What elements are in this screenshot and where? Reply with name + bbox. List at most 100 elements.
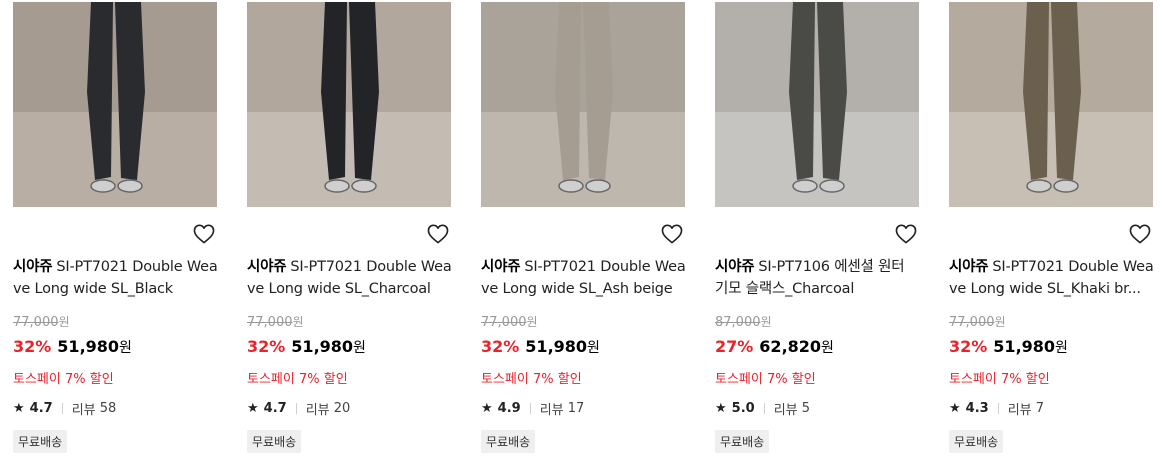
heart-icon[interactable] [427, 224, 449, 244]
review-label: 리뷰 [539, 403, 564, 418]
original-price-value: 87,000 [715, 315, 761, 330]
currency-label: 원 [353, 340, 366, 356]
promo-text: 토스페이 7% 할인 [247, 372, 348, 387]
review-count: 17 [567, 401, 585, 416]
original-price-value: 77,000 [949, 315, 995, 330]
product-card[interactable]: 시야쥬 SI-PT7021 Double Weave Long wide SL_A… [481, 0, 693, 465]
heart-icon[interactable] [895, 224, 917, 244]
rating-row: ★ 5.0 리뷰 5 [715, 399, 810, 418]
product-card[interactable]: 시야쥬 SI-PT7021 Double Weave Long wide SL_K… [949, 0, 1161, 465]
brand-name: 시야쥬 [247, 259, 287, 275]
star-icon: ★ [949, 401, 961, 416]
currency-label: 원 [994, 315, 1006, 329]
sale-price: 27% 62,820원 [715, 337, 834, 357]
brand-name: 시야쥬 [715, 259, 755, 275]
heart-icon[interactable] [1129, 224, 1151, 244]
divider [997, 403, 999, 414]
promo-text: 토스페이 7% 할인 [481, 372, 582, 387]
free-shipping-badge: 무료배송 [715, 430, 770, 453]
currency-label: 원 [760, 315, 772, 329]
discount-rate: 27% [715, 337, 754, 356]
star-icon: ★ [247, 401, 259, 416]
original-price: 77,000원 [949, 313, 1006, 330]
review-label: 리뷰 [305, 403, 330, 418]
review-count: 58 [99, 401, 117, 416]
free-shipping-badge: 무료배송 [247, 430, 302, 453]
original-price-value: 77,000 [481, 315, 527, 330]
original-price: 87,000원 [715, 313, 772, 330]
product-image[interactable] [247, 2, 451, 207]
review-label: 리뷰 [773, 403, 798, 418]
promo-text: 토스페이 7% 할인 [13, 372, 114, 387]
review-count: 5 [801, 401, 811, 416]
sale-price: 32% 51,980원 [13, 337, 132, 357]
sale-price: 32% 51,980원 [481, 337, 600, 357]
review-count: 7 [1035, 401, 1045, 416]
rating-score: 4.7 [263, 401, 287, 416]
rating-row: ★ 4.9 리뷰 17 [481, 399, 584, 418]
product-title[interactable]: 시야쥬 SI-PT7021 Double Weave Long wide SL_C… [247, 256, 453, 300]
brand-name: 시야쥬 [949, 259, 989, 275]
product-image[interactable] [949, 2, 1153, 207]
product-image[interactable] [715, 2, 919, 207]
rating-score: 4.9 [497, 401, 521, 416]
original-price: 77,000원 [247, 313, 304, 330]
product-title[interactable]: 시야쥬 SI-PT7021 Double Weave Long wide SL_B… [13, 256, 219, 300]
promo-text: 토스페이 7% 할인 [715, 372, 816, 387]
rating-row: ★ 4.3 리뷰 7 [949, 399, 1044, 418]
free-shipping-badge: 무료배송 [949, 430, 1004, 453]
discount-rate: 32% [247, 337, 286, 356]
rating-row: ★ 4.7 리뷰 58 [13, 399, 116, 418]
sale-price: 32% 51,980원 [247, 337, 366, 357]
rating-score: 5.0 [731, 401, 755, 416]
currency-label: 원 [526, 315, 538, 329]
discount-rate: 32% [13, 337, 52, 356]
rating-score: 4.7 [29, 401, 53, 416]
original-price: 77,000원 [481, 313, 538, 330]
discount-rate: 32% [949, 337, 988, 356]
original-price-value: 77,000 [13, 315, 59, 330]
sale-price: 32% 51,980원 [949, 337, 1068, 357]
product-title[interactable]: 시야쥬 SI-PT7106 에센셜 원터 기모 슬랙스_Charcoal [715, 256, 921, 300]
currency-label: 원 [1055, 340, 1068, 356]
heart-icon[interactable] [661, 224, 683, 244]
product-card[interactable]: 시야쥬 SI-PT7021 Double Weave Long wide SL_C… [247, 0, 459, 465]
currency-label: 원 [821, 340, 834, 356]
rating-row: ★ 4.7 리뷰 20 [247, 399, 350, 418]
brand-name: 시야쥬 [481, 259, 521, 275]
brand-name: 시야쥬 [13, 259, 53, 275]
divider [295, 403, 297, 414]
sale-price-value: 51,980 [57, 337, 120, 356]
review-count: 20 [333, 401, 351, 416]
discount-rate: 32% [481, 337, 520, 356]
currency-label: 원 [58, 315, 70, 329]
product-card[interactable]: 시야쥬 SI-PT7021 Double Weave Long wide SL_B… [13, 0, 225, 465]
sale-price-value: 51,980 [525, 337, 588, 356]
original-price: 77,000원 [13, 313, 70, 330]
sale-price-value: 51,980 [291, 337, 354, 356]
product-title[interactable]: 시야쥬 SI-PT7021 Double Weave Long wide SL_A… [481, 256, 687, 300]
sale-price-value: 62,820 [759, 337, 822, 356]
original-price-value: 77,000 [247, 315, 293, 330]
currency-label: 원 [292, 315, 304, 329]
review-label: 리뷰 [1007, 403, 1032, 418]
star-icon: ★ [481, 401, 493, 416]
sale-price-value: 51,980 [993, 337, 1056, 356]
heart-icon[interactable] [193, 224, 215, 244]
star-icon: ★ [13, 401, 25, 416]
currency-label: 원 [119, 340, 132, 356]
free-shipping-badge: 무료배송 [13, 430, 68, 453]
divider [61, 403, 63, 414]
rating-score: 4.3 [965, 401, 989, 416]
product-card[interactable]: 시야쥬 SI-PT7106 에센셜 원터 기모 슬랙스_Charcoal 87,0… [715, 0, 927, 465]
divider [763, 403, 765, 414]
product-title[interactable]: 시야쥬 SI-PT7021 Double Weave Long wide SL_K… [949, 256, 1155, 300]
review-label: 리뷰 [71, 403, 96, 418]
promo-text: 토스페이 7% 할인 [949, 372, 1050, 387]
product-grid: 시야쥬 SI-PT7021 Double Weave Long wide SL_B… [0, 0, 1162, 465]
product-image[interactable] [481, 2, 685, 207]
product-image[interactable] [13, 2, 217, 207]
free-shipping-badge: 무료배송 [481, 430, 536, 453]
star-icon: ★ [715, 401, 727, 416]
divider [529, 403, 531, 414]
